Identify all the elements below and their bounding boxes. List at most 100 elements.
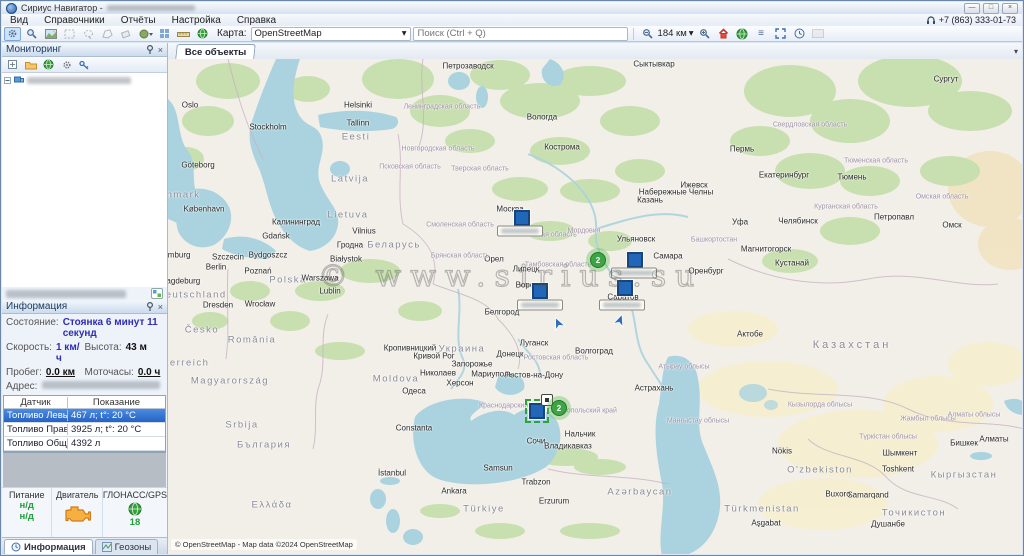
map-label: Moldova — [373, 374, 419, 385]
map-label: Türkmenistan — [724, 504, 800, 515]
map-tab-all-objects[interactable]: Все объекты — [175, 44, 256, 59]
vehicle-name-plate[interactable] — [497, 226, 543, 237]
main-toolbar: Карта: OpenStreetMap ▾ 184 км ▾ ≡ — [2, 26, 1022, 42]
map-label: Псковская область — [379, 164, 440, 171]
map-label: Кривой Рог — [413, 352, 454, 361]
map-tab-label: Все объекты — [185, 47, 246, 58]
tab-list-dropdown-icon[interactable]: ▾ — [1014, 47, 1018, 56]
track-chart-button[interactable] — [42, 27, 59, 41]
select-lasso-tool-button[interactable] — [80, 27, 97, 41]
lasso-icon — [83, 29, 94, 39]
map-label: Алматы — [979, 435, 1008, 444]
search-input[interactable] — [413, 27, 628, 41]
pin-icon[interactable] — [146, 302, 154, 311]
map-label: Манғыстау облысы — [667, 418, 729, 425]
color-fill-button[interactable] — [137, 27, 154, 41]
close-button[interactable]: × — [1002, 3, 1018, 14]
map-label: Nökis — [772, 447, 792, 456]
select-rect-tool-button[interactable] — [61, 27, 78, 41]
groups-button[interactable] — [23, 59, 38, 71]
map-label: Владикавказ — [544, 442, 592, 451]
map-label: Тюменская область — [844, 158, 908, 165]
zoom-out-button[interactable] — [639, 27, 656, 41]
cluster-marker[interactable]: 2 — [547, 396, 571, 420]
search-tool-button[interactable] — [23, 27, 40, 41]
vehicle-name-plate[interactable] — [599, 300, 645, 311]
engine-label: Двигатель — [56, 490, 98, 500]
status-row: Питание н/д н/д Двигатель ГЛОНАСС/GPS 18 — [2, 487, 167, 537]
map-label: Dresden — [203, 301, 233, 310]
ruler-icon — [177, 29, 190, 39]
expander-icon[interactable] — [4, 77, 11, 84]
settings-button[interactable] — [59, 59, 74, 71]
globe-view-button[interactable] — [194, 27, 211, 41]
show-on-map-button[interactable] — [41, 59, 56, 71]
minimize-button[interactable]: — — [964, 3, 980, 14]
menu-item-Настройка[interactable]: Настройка — [164, 14, 229, 26]
close-icon[interactable]: × — [158, 302, 163, 312]
map-tab-strip: Все объекты ▾ — [168, 43, 1022, 60]
fit-map-button[interactable] — [772, 27, 789, 41]
mileage-value[interactable]: 0.0 км — [46, 367, 75, 378]
sensor-col-header: Датчик — [4, 397, 68, 408]
globe-icon — [736, 28, 748, 40]
sensor-row[interactable]: Топливо Общее4392 л — [4, 437, 165, 451]
sensor-table-header: Датчик Показание — [4, 396, 165, 409]
map-label: Нальчик — [565, 430, 596, 439]
measure-button[interactable] — [175, 27, 192, 41]
show-all-objects-button[interactable] — [734, 27, 751, 41]
map-label: Шымкент — [883, 449, 918, 458]
clock-icon — [11, 542, 21, 552]
grid-view-button[interactable] — [156, 27, 173, 41]
pin-icon[interactable] — [146, 45, 154, 54]
expand-all-button[interactable] — [5, 59, 20, 71]
map-provider-select[interactable]: OpenStreetMap ▾ — [251, 27, 411, 41]
map-label: Омская область — [916, 194, 969, 201]
map-scale-select[interactable]: 184 км ▾ — [658, 28, 694, 39]
legend-button[interactable]: ≡ — [753, 27, 770, 41]
navigation-mode-button[interactable] — [4, 27, 21, 41]
chevron-down-icon: ▾ — [402, 28, 407, 39]
map-label: Ankara — [441, 487, 466, 496]
vehicle-name-plate[interactable] — [517, 300, 563, 311]
close-icon[interactable]: × — [158, 45, 163, 55]
edit-polygon-tool-button[interactable] — [99, 27, 116, 41]
maximize-button[interactable]: □ — [983, 3, 999, 14]
map-label: Кропивницкий — [384, 344, 437, 353]
menu-item-Справочники[interactable]: Справочники — [36, 14, 113, 26]
map-label: България — [237, 440, 291, 451]
gear-icon — [62, 60, 72, 70]
map-label: Казахстан — [813, 339, 892, 351]
map-canvas[interactable]: © www.sirius.su © OpenStreetMap - Map da… — [168, 59, 1022, 554]
gps-globe-icon — [128, 502, 142, 516]
vehicle-marker[interactable] — [514, 210, 530, 226]
menu-item-Вид[interactable]: Вид — [2, 14, 36, 26]
erase-tool-button[interactable] — [118, 27, 135, 41]
map-label: Магнитогорск — [741, 245, 791, 254]
history-time-button[interactable] — [791, 27, 808, 41]
show-on-map-icon[interactable] — [151, 288, 163, 299]
menu-item-Справка[interactable]: Справка — [229, 14, 284, 26]
sensor-row[interactable]: Топливо Правый3925 л; t°: 20 °C — [4, 423, 165, 437]
tab-information[interactable]: Информация — [4, 539, 93, 554]
map-label: Tallinn — [347, 119, 370, 128]
map-label: Бишкек — [950, 439, 978, 448]
vehicle-direction-marker[interactable] — [552, 317, 565, 330]
tree-item-vehicle[interactable] — [4, 76, 165, 84]
map-label: Trabzon — [521, 478, 550, 487]
menu-item-Отчёты[interactable]: Отчёты — [113, 14, 164, 26]
hours-value[interactable]: 0.0 ч — [138, 367, 161, 378]
object-tree[interactable] — [2, 73, 167, 287]
filter-button[interactable] — [77, 59, 92, 71]
tab-geozones[interactable]: Геозоны — [95, 539, 159, 554]
power-status: Питание н/д н/д — [2, 488, 52, 537]
sensor-value: 4392 л — [68, 438, 165, 449]
power-value-1: н/д — [20, 501, 34, 511]
chevron-down-icon: ▾ — [689, 28, 694, 39]
gps-label: ГЛОНАСС/GPS — [103, 490, 167, 500]
zoom-in-button[interactable] — [696, 27, 713, 41]
vehicle-direction-marker[interactable] — [614, 314, 627, 327]
sensor-row[interactable]: Топливо Левый467 л; t°: 20 °C — [4, 409, 165, 423]
state-value: Стоянка 6 минут 11 секунд — [63, 317, 163, 339]
home-position-button[interactable] — [715, 27, 732, 41]
